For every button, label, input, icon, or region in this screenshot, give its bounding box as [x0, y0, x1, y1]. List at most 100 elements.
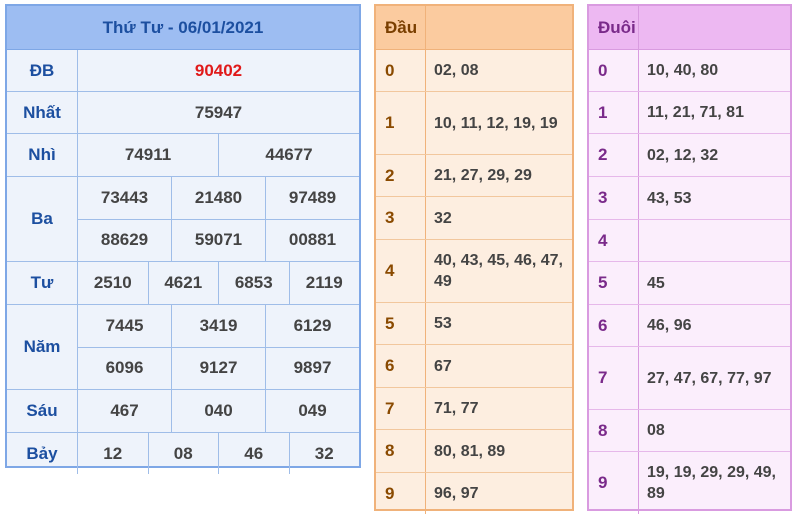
- dau-digit: 3: [376, 197, 426, 239]
- dau-row: 8 80, 81, 89: [376, 430, 572, 473]
- duoi-row: 6 46, 96: [589, 305, 790, 347]
- dau-values: 21, 27, 29, 29: [434, 167, 532, 184]
- prize-row: ĐB 90402: [7, 50, 359, 92]
- prize-number: 2119: [305, 273, 343, 292]
- duoi-row: 1 11, 21, 71, 81: [589, 92, 790, 134]
- duoi-values: [639, 220, 790, 261]
- prize-number: 9897: [293, 358, 332, 378]
- duoi-digit: 9: [589, 452, 639, 514]
- dau-header-label: Đầu: [376, 6, 426, 49]
- prize-label: Bảy: [7, 433, 78, 474]
- prize-number: 32: [314, 443, 334, 463]
- duoi-digit: 2: [589, 134, 639, 176]
- duoi-values: 02, 12, 32: [647, 146, 719, 164]
- prize-number: 4621: [149, 262, 219, 304]
- prize-label: Nhì: [7, 134, 78, 176]
- prize-number: 44677: [265, 145, 313, 164]
- prize-number: 6096: [78, 347, 172, 389]
- prize-row: Ba 73443 21480 97489 88629 59071 00881: [7, 177, 359, 262]
- duoi-values: 11, 21, 71, 81: [647, 104, 744, 121]
- prize-row: Nhất 75947: [7, 92, 359, 134]
- dau-values: 53: [434, 315, 452, 332]
- dau-digit: 4: [376, 240, 426, 302]
- duoi-header: Đuôi: [589, 6, 790, 50]
- prize-label: Tư: [7, 262, 78, 304]
- dau-digit: 9: [376, 473, 426, 514]
- duoi-values: 10, 40, 80: [647, 62, 719, 79]
- dau-row: 7 71, 77: [376, 388, 572, 430]
- duoi-digit: 5: [589, 262, 639, 304]
- prize-number: 6129: [293, 315, 332, 335]
- duoi-digit: 0: [589, 50, 639, 91]
- prize-number: 12: [78, 433, 149, 474]
- duoi-digit: 8: [589, 410, 639, 451]
- dau-row: 3 32: [376, 197, 572, 240]
- prize-number: 049: [298, 401, 327, 420]
- special-prize-number: 90402: [194, 60, 243, 80]
- prize-row: Tư 2510 4621 6853 2119: [7, 262, 359, 305]
- duoi-row: 9 19, 19, 29, 29, 49, 89: [589, 452, 790, 514]
- prize-number: 97489: [288, 187, 337, 207]
- dau-digit: 5: [376, 303, 426, 344]
- prize-row: Sáu 467 040 049: [7, 390, 359, 433]
- prize-number: 75947: [194, 102, 243, 122]
- dau-row: 4 40, 43, 45, 46, 47, 49: [376, 240, 572, 303]
- prize-number: 467: [78, 390, 172, 432]
- prize-number: 00881: [288, 230, 337, 250]
- duoi-digit: 6: [589, 305, 639, 346]
- dau-values: 10, 11, 12, 19, 19: [434, 114, 558, 132]
- duoi-row: 4: [589, 220, 790, 262]
- dau-digit: 8: [376, 430, 426, 472]
- dau-digit: 1: [376, 92, 426, 154]
- duoi-values: 08: [647, 422, 665, 439]
- prize-number: 7445: [78, 305, 172, 347]
- duoi-values: 45: [647, 274, 665, 292]
- duoi-digit: 4: [589, 220, 639, 261]
- dau-digit: 6: [376, 345, 426, 387]
- duoi-values: 43, 53: [647, 189, 692, 207]
- dau-values: 67: [434, 357, 452, 375]
- prize-row: Nhì 74911 44677: [7, 134, 359, 177]
- prize-number: 9127: [172, 347, 266, 389]
- dau-digit: 2: [376, 155, 426, 196]
- duoi-row: 3 43, 53: [589, 177, 790, 220]
- dau-row: 5 53: [376, 303, 572, 345]
- dau-digit: 0: [376, 50, 426, 91]
- prize-label: ĐB: [7, 50, 78, 91]
- prize-number: 08: [149, 433, 219, 474]
- duoi-digit: 1: [589, 92, 639, 133]
- duoi-digit: 7: [589, 347, 639, 409]
- duoi-row: 5 45: [589, 262, 790, 305]
- prize-label: Năm: [7, 305, 78, 389]
- dau-rows: 0 02, 08 1 10, 11, 12, 19, 19 2 21, 27, 29, 2…: [376, 50, 572, 514]
- results-table: Thứ Tư - 06/01/2021 ĐB 90402 Nhất 75947 Nhì 7…: [5, 4, 361, 474]
- prize-row: Bảy 12 08 46 32: [7, 433, 359, 474]
- dau-values: 32: [434, 209, 452, 227]
- prize-number: 040: [172, 390, 266, 432]
- prize-number: 2510: [78, 262, 149, 304]
- prize-row: Năm 7445 3419 6129 6096 9127 9897: [7, 305, 359, 390]
- prize-number: 3419: [172, 305, 266, 347]
- prize-number: 74911: [78, 134, 219, 176]
- dau-header: Đầu: [376, 6, 572, 50]
- prize-rows: ĐB 90402 Nhất 75947 Nhì 74911 44677 Ba 73443 2148…: [7, 50, 359, 474]
- results-title: Thứ Tư - 06/01/2021: [7, 6, 359, 50]
- duoi-rows: 0 10, 40, 80 1 11, 21, 71, 81 2 02, 12, 32 3 43…: [589, 50, 790, 514]
- dau-digit: 7: [376, 388, 426, 429]
- duoi-row: 8 08: [589, 410, 790, 452]
- dau-row: 6 67: [376, 345, 572, 388]
- duoi-digit: 3: [589, 177, 639, 219]
- prize-label: Sáu: [7, 390, 78, 432]
- prize-number: 6853: [219, 262, 290, 304]
- dau-row: 0 02, 08: [376, 50, 572, 92]
- duoi-header-label: Đuôi: [589, 6, 639, 49]
- duoi-values: 27, 47, 67, 77, 97: [647, 369, 772, 387]
- prize-number: 46: [219, 433, 290, 474]
- duoi-table: Đuôi 0 10, 40, 80 1 11, 21, 71, 81 2 02, 12, …: [587, 4, 792, 514]
- dau-row: 9 96, 97: [376, 473, 572, 514]
- dau-values: 80, 81, 89: [434, 442, 506, 460]
- prize-label: Nhất: [7, 92, 78, 133]
- prize-number: 88629: [78, 219, 172, 261]
- dau-values: 96, 97: [434, 485, 479, 502]
- prize-label: Ba: [7, 177, 78, 261]
